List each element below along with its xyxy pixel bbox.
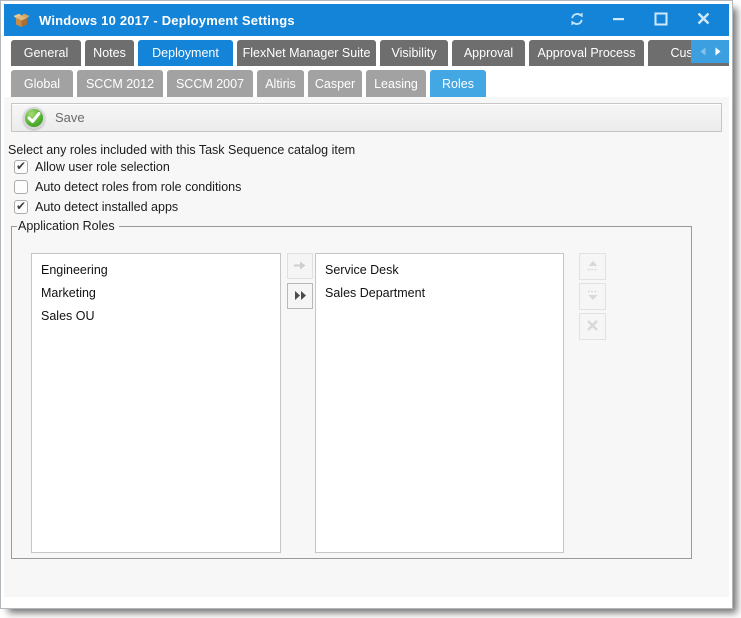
tab-scroll-buttons [691, 40, 729, 63]
minimize-icon [612, 12, 626, 29]
instruction-text: Select any roles included with this Task… [8, 143, 729, 157]
content-area: Save Select any roles included with this… [4, 97, 729, 597]
checkbox-row-auto-detect-installed-apps: Auto detect installed apps [14, 197, 729, 217]
list-item-sales-department[interactable]: Sales Department [316, 282, 563, 305]
tab-casper[interactable]: Casper [308, 70, 362, 97]
save-label: Save [55, 110, 85, 125]
available-roles-list[interactable]: Engineering Marketing Sales OU [31, 253, 281, 553]
group-title: Application Roles [17, 219, 119, 233]
tab-flexnet-manager-suite[interactable]: FlexNet Manager Suite [237, 40, 376, 66]
list-item-marketing[interactable]: Marketing [32, 282, 280, 305]
order-buttons [579, 253, 606, 340]
assigned-roles-list[interactable]: Service Desk Sales Department [315, 253, 564, 553]
move-buttons [287, 253, 313, 309]
close-button[interactable] [694, 11, 712, 29]
double-arrow-right-icon [294, 289, 307, 304]
auto-detect-roles-checkbox[interactable] [14, 180, 28, 194]
move-up-button[interactable] [579, 253, 606, 280]
tab-visibility[interactable]: Visibility [380, 40, 448, 66]
application-roles-group: Application Roles Engineering Marketing … [11, 219, 692, 559]
list-item-service-desk[interactable]: Service Desk [316, 259, 563, 282]
tab-approval[interactable]: Approval [452, 40, 525, 66]
window-title: Windows 10 2017 - Deployment Settings [39, 13, 568, 28]
primary-tab-bar: General Notes Deployment FlexNet Manager… [4, 40, 729, 66]
tab-altiris[interactable]: Altiris [257, 70, 304, 97]
secondary-tab-bar: Global SCCM 2012 SCCM 2007 Altiris Caspe… [4, 70, 729, 97]
move-down-button[interactable] [579, 283, 606, 310]
tab-scroll-right-icon[interactable] [715, 47, 721, 56]
tab-general[interactable]: General [11, 40, 81, 66]
window-controls [568, 11, 712, 29]
allow-user-role-selection-checkbox[interactable] [14, 160, 28, 174]
maximize-icon [654, 12, 668, 29]
checkbox-row-auto-detect-roles: Auto detect roles from role conditions [14, 177, 729, 197]
arrow-down-icon [585, 289, 601, 305]
checkbox-label: Allow user role selection [35, 160, 170, 174]
arrow-up-icon [585, 259, 601, 275]
checkbox-label: Auto detect roles from role conditions [35, 180, 241, 194]
move-right-button[interactable] [287, 253, 313, 279]
minimize-button[interactable] [610, 11, 628, 29]
checkbox-label: Auto detect installed apps [35, 200, 178, 214]
tab-notes[interactable]: Notes [85, 40, 134, 66]
move-all-right-button[interactable] [287, 283, 313, 309]
maximize-button[interactable] [652, 11, 670, 29]
tab-global[interactable]: Global [11, 70, 73, 97]
close-icon [697, 12, 710, 28]
x-icon [586, 319, 599, 335]
window: Windows 10 2017 - Deployment Settings [0, 0, 733, 609]
auto-detect-installed-apps-checkbox[interactable] [14, 200, 28, 214]
refresh-button[interactable] [568, 11, 586, 29]
remove-button[interactable] [579, 313, 606, 340]
tab-sccm-2012[interactable]: SCCM 2012 [77, 70, 163, 97]
arrow-right-icon [293, 259, 307, 274]
tab-roles[interactable]: Roles [430, 70, 486, 97]
tab-leasing[interactable]: Leasing [366, 70, 426, 97]
tab-deployment[interactable]: Deployment [138, 40, 233, 66]
checkbox-row-allow-user-role-selection: Allow user role selection [14, 157, 729, 177]
package-icon [13, 13, 30, 28]
refresh-icon [569, 11, 585, 30]
titlebar: Windows 10 2017 - Deployment Settings [4, 4, 729, 36]
list-item-sales-ou[interactable]: Sales OU [32, 305, 280, 328]
list-item-engineering[interactable]: Engineering [32, 259, 280, 282]
toolbar: Save [11, 103, 722, 132]
save-check-icon [23, 107, 45, 129]
save-button[interactable]: Save [21, 105, 91, 131]
tab-sccm-2007[interactable]: SCCM 2007 [167, 70, 253, 97]
tab-scroll-left-icon[interactable] [700, 47, 706, 56]
tab-approval-process[interactable]: Approval Process [529, 40, 644, 66]
